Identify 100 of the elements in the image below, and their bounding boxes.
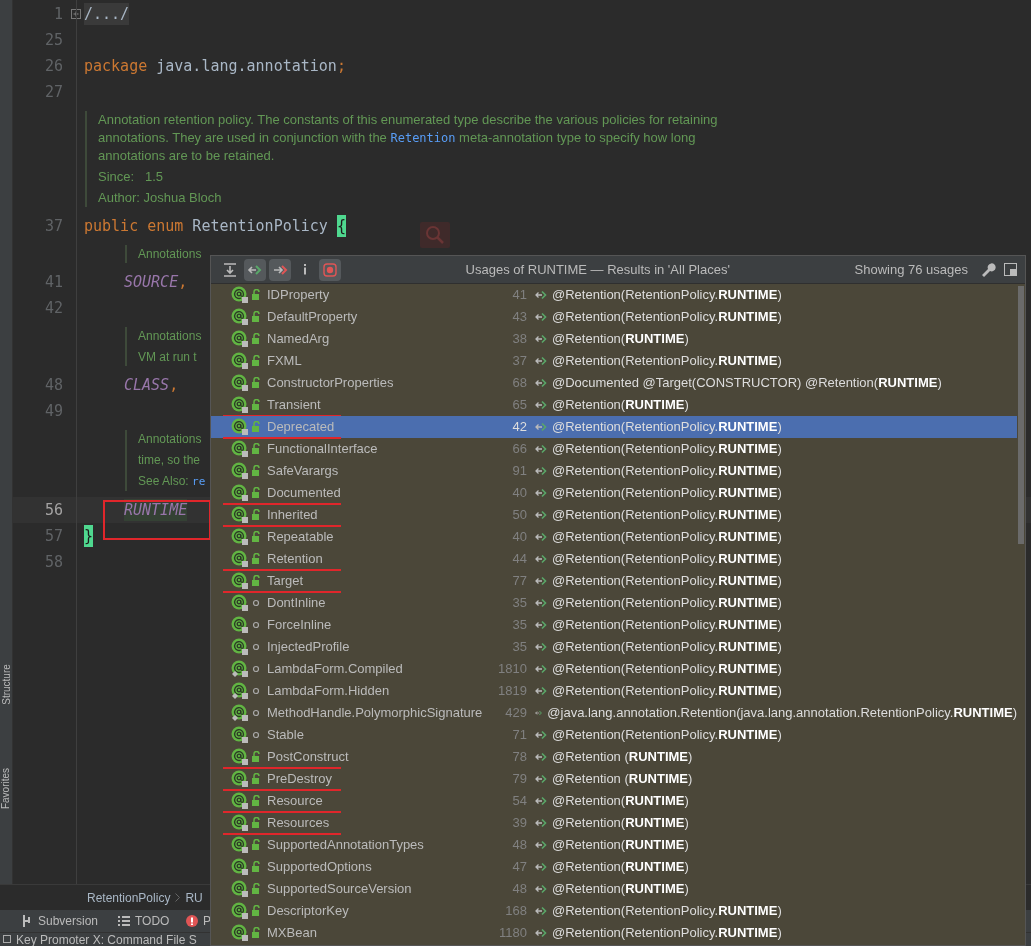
line-number: 77	[511, 572, 527, 591]
read-access-icon	[535, 378, 547, 388]
error-icon	[186, 915, 198, 927]
class-name: SupportedAnnotationTypes	[267, 836, 425, 855]
usage-row[interactable]: Repeatable 40 @Retention(RetentionPolicy.RUNTIME)	[211, 526, 1017, 548]
usage-row[interactable]: Documented 40 @Retention(RetentionPolicy.RUNTIME)	[211, 482, 1017, 504]
usage-row[interactable]: LambdaForm.Hidden 1819 @Retention(RetentionPolicy.RUNTIME)	[211, 680, 1017, 702]
usage-code: @Retention(RetentionPolicy.RUNTIME)	[552, 638, 782, 657]
usage-code: @Documented @Target(CONSTRUCTOR) @Retention(RUNTIME)	[552, 374, 942, 393]
doc-text: Annotations	[138, 431, 203, 448]
usage-row[interactable]: MethodHandle.PolymorphicSignature 429 @java.lang.annotation.Retention(java.lang.annotation.RetentionPolicy.RUNTIME)	[211, 702, 1017, 724]
tool-window-tab[interactable]: Subversion	[22, 912, 118, 930]
read-access-icon	[535, 708, 543, 718]
settings-icon[interactable]	[980, 261, 996, 278]
class-name: Resources	[267, 814, 331, 833]
usage-row[interactable]: FunctionalInterface 66 @Retention(RetentionPolicy.RUNTIME)	[211, 438, 1017, 460]
usage-row[interactable]: SupportedSourceVersion 48 @Retention(RUNTIME)	[211, 878, 1017, 900]
doc-text: VM at run t	[138, 349, 198, 366]
class-name: DefaultProperty	[267, 308, 359, 327]
read-access-icon	[535, 928, 547, 938]
usage-code: @Retention(RetentionPolicy.RUNTIME)	[552, 418, 782, 437]
line-number: 43	[511, 308, 527, 327]
class-name: LambdaForm.Compiled	[267, 660, 404, 679]
class-name: ForceInline	[267, 616, 333, 635]
tool-window-tab[interactable]: TODO	[118, 912, 186, 930]
usage-code: @Retention(RetentionPolicy.RUNTIME)	[552, 506, 782, 525]
line-number: 25	[43, 29, 63, 51]
usage-row[interactable]: Deprecated 42 @Retention(RetentionPolicy.RUNTIME)	[211, 416, 1017, 438]
usage-code: @java.lang.annotation.Retention(java.lang.annotation.RetentionPolicy.RUNTIME)	[547, 704, 1017, 723]
line-number: 78	[511, 748, 527, 767]
breadcrumb[interactable]: RetentionPolicy	[87, 888, 171, 907]
usage-code: @Retention(RetentionPolicy.RUNTIME)	[552, 286, 782, 305]
usage-row[interactable]: ForceInline 35 @Retention(RetentionPolicy.RUNTIME)	[211, 614, 1017, 636]
usage-row[interactable]: Stable 71 @Retention(RetentionPolicy.RUNTIME)	[211, 724, 1017, 746]
toggle-button[interactable]	[269, 258, 291, 281]
usage-row[interactable]: DescriptorKey 168 @Retention(RetentionPolicy.RUNTIME)	[211, 900, 1017, 922]
breadcrumb[interactable]: RU	[185, 888, 203, 907]
doc-text: Annotations	[138, 328, 202, 345]
read-access-icon	[535, 642, 547, 652]
usage-row[interactable]: IDProperty 41 @Retention(RetentionPolicy.RUNTIME)	[211, 284, 1017, 306]
line-number: 56	[43, 499, 63, 521]
expand-icon[interactable]	[71, 9, 81, 19]
read-access-icon	[535, 466, 547, 476]
read-access-icon	[535, 686, 547, 696]
line-number: 1	[52, 3, 63, 25]
usage-row[interactable]: PreDestroy 79 @Retention (RUNTIME)	[211, 768, 1017, 790]
class-name: PreDestroy	[267, 770, 334, 789]
line-number: 41	[43, 271, 63, 293]
usage-row[interactable]: Resource 54 @Retention(RUNTIME)	[211, 790, 1017, 812]
doc-text: Author: Joshua Bloch	[98, 189, 223, 207]
class-name: Target	[267, 572, 305, 591]
usage-row[interactable]: SupportedAnnotationTypes 48 @Retention(RUNTIME)	[211, 834, 1017, 856]
usage-row[interactable]: ConstructorProperties 68 @Documented @Target(CONSTRUCTOR) @Retention(RUNTIME)	[211, 372, 1017, 394]
usage-row[interactable]: Inherited 50 @Retention(RetentionPolicy.RUNTIME)	[211, 504, 1017, 526]
usage-row[interactable]: DefaultProperty 43 @Retention(RetentionPolicy.RUNTIME)	[211, 306, 1017, 328]
read-access-icon	[535, 576, 547, 586]
line-number: 35	[511, 616, 527, 635]
usage-code: @Retention(RetentionPolicy.RUNTIME)	[552, 308, 782, 327]
toggle-button[interactable]	[244, 258, 266, 281]
line-number: 49	[43, 400, 63, 422]
window-icon[interactable]	[1004, 263, 1017, 276]
toggle-button[interactable]	[319, 258, 341, 281]
line-number: 1810	[497, 660, 527, 679]
tool-window-label[interactable]: Structure	[0, 663, 14, 705]
usage-code: @Retention(RetentionPolicy.RUNTIME)	[552, 484, 782, 503]
class-name: MXBean	[267, 924, 318, 943]
scrollbar-thumb[interactable]	[1018, 286, 1024, 544]
usage-code: @Retention(RetentionPolicy.RUNTIME)	[552, 572, 782, 591]
usage-code: @Retention (RUNTIME)	[552, 748, 693, 767]
code-token: ;	[336, 55, 346, 77]
usage-row[interactable]: InjectedProfile 35 @Retention(RetentionPolicy.RUNTIME)	[211, 636, 1017, 658]
line-number: 1819	[497, 682, 527, 701]
class-name: ConstructorProperties	[267, 374, 395, 393]
class-name: SupportedSourceVersion	[267, 880, 413, 899]
usage-code: @Retention(RetentionPolicy.RUNTIME)	[552, 550, 782, 569]
folded-code[interactable]: /.../	[84, 2, 130, 26]
usage-row[interactable]: PostConstruct 78 @Retention (RUNTIME)	[211, 746, 1017, 768]
tool-window-label[interactable]: Favorites	[0, 767, 14, 809]
usage-row[interactable]: Target 77 @Retention(RetentionPolicy.RUNTIME)	[211, 570, 1017, 592]
line-number: 37	[43, 215, 63, 237]
read-access-icon	[535, 774, 547, 784]
usage-code: @Retention(RetentionPolicy.RUNTIME)	[552, 616, 782, 635]
code-token: package	[84, 55, 148, 77]
read-access-icon	[535, 554, 547, 564]
usage-row[interactable]: Resources 39 @Retention(RUNTIME)	[211, 812, 1017, 834]
usage-row[interactable]: NamedArg 38 @Retention(RUNTIME)	[211, 328, 1017, 350]
doc-text: Annotations	[138, 246, 202, 263]
line-number: 429	[504, 704, 527, 723]
code-token: RUNTIME	[124, 498, 188, 522]
read-access-icon	[535, 532, 547, 542]
usage-row[interactable]: Retention 44 @Retention(RetentionPolicy.RUNTIME)	[211, 548, 1017, 570]
usage-row[interactable]: SupportedOptions 47 @Retention(RUNTIME)	[211, 856, 1017, 878]
usage-code: @Retention(RetentionPolicy.RUNTIME)	[552, 682, 782, 701]
usage-row[interactable]: LambdaForm.Compiled 1810 @Retention(RetentionPolicy.RUNTIME)	[211, 658, 1017, 680]
usage-row[interactable]: MXBean 1180 @Retention(RetentionPolicy.RUNTIME)	[211, 922, 1017, 944]
usage-row[interactable]: DontInline 35 @Retention(RetentionPolicy.RUNTIME)	[211, 592, 1017, 614]
usage-code: @Retention(RetentionPolicy.RUNTIME)	[552, 594, 782, 613]
usage-row[interactable]: FXML 37 @Retention(RetentionPolicy.RUNTIME)	[211, 350, 1017, 372]
usage-code: @Retention(RetentionPolicy.RUNTIME)	[552, 352, 782, 371]
usage-row[interactable]: SafeVarargs 91 @Retention(RetentionPolicy.RUNTIME)	[211, 460, 1017, 482]
